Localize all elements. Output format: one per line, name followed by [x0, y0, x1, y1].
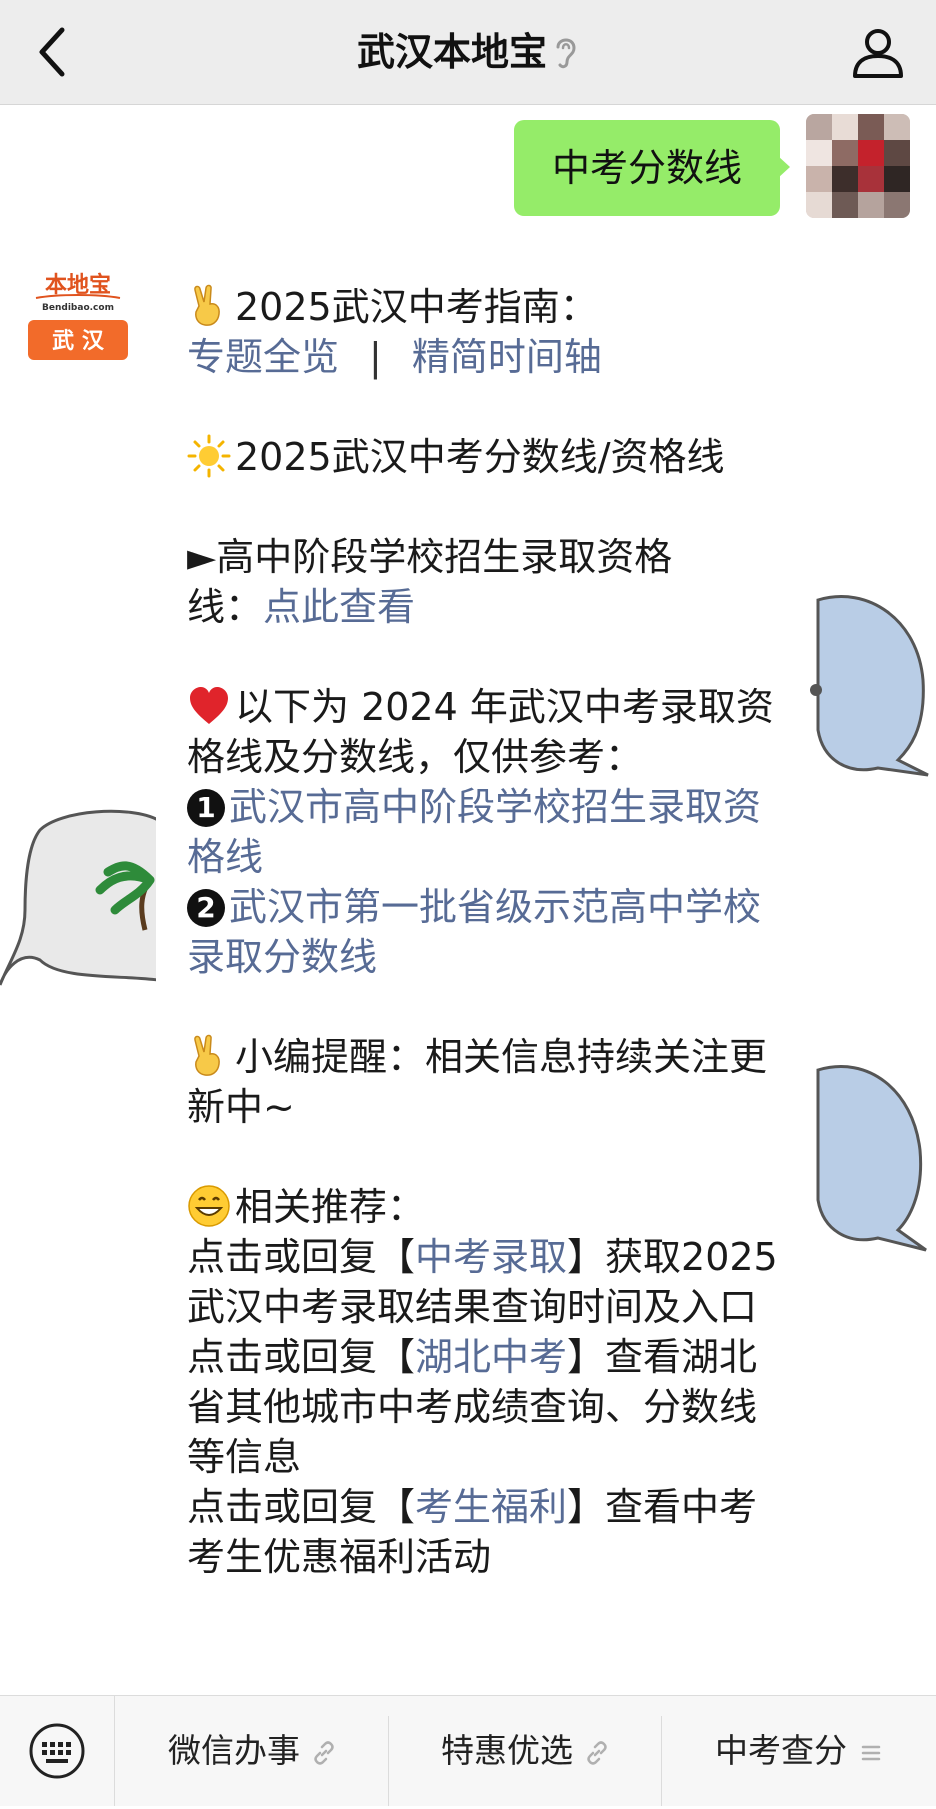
- guide-links-line: 专题全览 | 精简时间轴: [187, 332, 787, 382]
- qualification-prefix: ►高中阶段学校招生录取资格: [187, 535, 673, 579]
- recommend-1: 点击或回复【中考录取】获取2025武汉中考录取结果查询时间及入口: [187, 1232, 787, 1332]
- qualification-line: ►高中阶段学校招生录取资格 线：点此查看: [187, 532, 787, 632]
- exam-admission-link[interactable]: 中考录取: [415, 1235, 567, 1279]
- link-separator: |: [369, 335, 382, 379]
- topic-overview-link[interactable]: 专题全览: [187, 335, 339, 379]
- user-message-text: 中考分数线: [551, 146, 742, 190]
- keyboard-icon: [29, 1723, 85, 1779]
- score-line-link[interactable]: 武汉市第一批省级示范高中学校录取分数线: [187, 885, 761, 979]
- victory-hand-icon: [187, 1034, 231, 1078]
- list-icon: [859, 1699, 883, 1761]
- reminder-line: 小编提醒：相关信息持续关注更新中~: [187, 1032, 787, 1132]
- number-2-badge: 2: [187, 889, 225, 927]
- link-icon: [585, 1699, 609, 1765]
- menu-item-label: 中考查分: [715, 1731, 847, 1770]
- official-account-avatar[interactable]: 本地宝 Bendibao.com 武 汉: [28, 270, 128, 360]
- speech-bubble-decoration-left: [0, 809, 160, 986]
- menu-item-wechat-services[interactable]: 微信办事: [116, 1696, 388, 1806]
- user-bubble-tail: [778, 156, 790, 178]
- number-1-badge: 1: [187, 789, 225, 827]
- score-title: 2025武汉中考分数线/资格线: [235, 435, 725, 479]
- reference-line: 以下为 2024 年武汉中考录取资格线及分数线，仅供参考：: [187, 682, 787, 782]
- recommend-2-prefix: 点击或回复【: [187, 1335, 416, 1379]
- sun-icon: [187, 434, 231, 478]
- menu-item-label: 微信办事: [168, 1731, 300, 1770]
- recommend-3-prefix: 点击或回复【: [187, 1485, 416, 1529]
- profile-icon[interactable]: [850, 24, 906, 80]
- victory-hand-icon: [187, 284, 231, 328]
- menu-item-label: 特惠优选: [441, 1731, 573, 1770]
- menu-item-exam-score[interactable]: 中考查分: [662, 1696, 936, 1806]
- heart-icon: [187, 684, 231, 728]
- chat-title: 武汉本地宝: [356, 30, 547, 74]
- recommend-3: 点击或回复【考生福利】查看中考考生优惠福利活动: [187, 1482, 787, 1582]
- official-message-content: 2025武汉中考指南： 专题全览 | 精简时间轴 2025武汉中考分数线/资格线 ►…: [187, 282, 787, 1582]
- menu-item-special-offers[interactable]: 特惠优选: [389, 1696, 661, 1806]
- user-message-bubble[interactable]: 中考分数线: [514, 120, 780, 216]
- logo-city-text: 武 汉: [52, 329, 105, 354]
- reminder-text: 小编提醒：相关信息持续关注更新中~: [187, 1035, 768, 1129]
- speech-bubble-decoration-right-bottom: [816, 1065, 927, 1252]
- reference-text: 以下为 2024 年武汉中考录取资格线及分数线，仅供参考：: [187, 685, 774, 779]
- bottom-menu-bar: 微信办事 特惠优选 中考查分: [0, 1695, 936, 1806]
- qualification-line-link[interactable]: 武汉市高中阶段学校招生录取资格线: [187, 785, 761, 879]
- user-avatar[interactable]: [806, 114, 910, 218]
- chat-title-wrap: 武汉本地宝: [0, 0, 936, 104]
- student-benefits-link[interactable]: 考生福利: [415, 1485, 567, 1529]
- guide-title: 2025武汉中考指南：: [235, 285, 598, 329]
- recommend-1-prefix: 点击或回复【: [187, 1235, 416, 1279]
- logo-domain-text: Bendibao.com: [42, 303, 114, 313]
- grinning-face-icon: [187, 1184, 231, 1228]
- ear-icon: [553, 6, 579, 69]
- guide-line: 2025武汉中考指南：: [187, 282, 787, 332]
- recommend-title-line: 相关推荐：: [187, 1182, 787, 1232]
- view-here-link[interactable]: 点此查看: [263, 585, 415, 629]
- nav-bar: 武汉本地宝: [0, 0, 936, 105]
- link-icon: [312, 1699, 336, 1765]
- speech-bubble-decoration-right-top: [810, 595, 929, 777]
- item-1-line: 1 武汉市高中阶段学校招生录取资格线: [187, 782, 787, 882]
- score-title-line: 2025武汉中考分数线/资格线: [187, 432, 787, 482]
- item-2-line: 2 武汉市第一批省级示范高中学校录取分数线: [187, 882, 787, 982]
- hubei-exam-link[interactable]: 湖北中考: [415, 1335, 567, 1379]
- timeline-link[interactable]: 精简时间轴: [412, 335, 602, 379]
- keyboard-toggle-button[interactable]: [0, 1696, 115, 1806]
- qualification-suffix: 线：: [187, 585, 264, 629]
- recommend-2: 点击或回复【湖北中考】查看湖北省其他城市中考成绩查询、分数线等信息: [187, 1332, 787, 1482]
- recommend-title: 相关推荐：: [235, 1185, 426, 1229]
